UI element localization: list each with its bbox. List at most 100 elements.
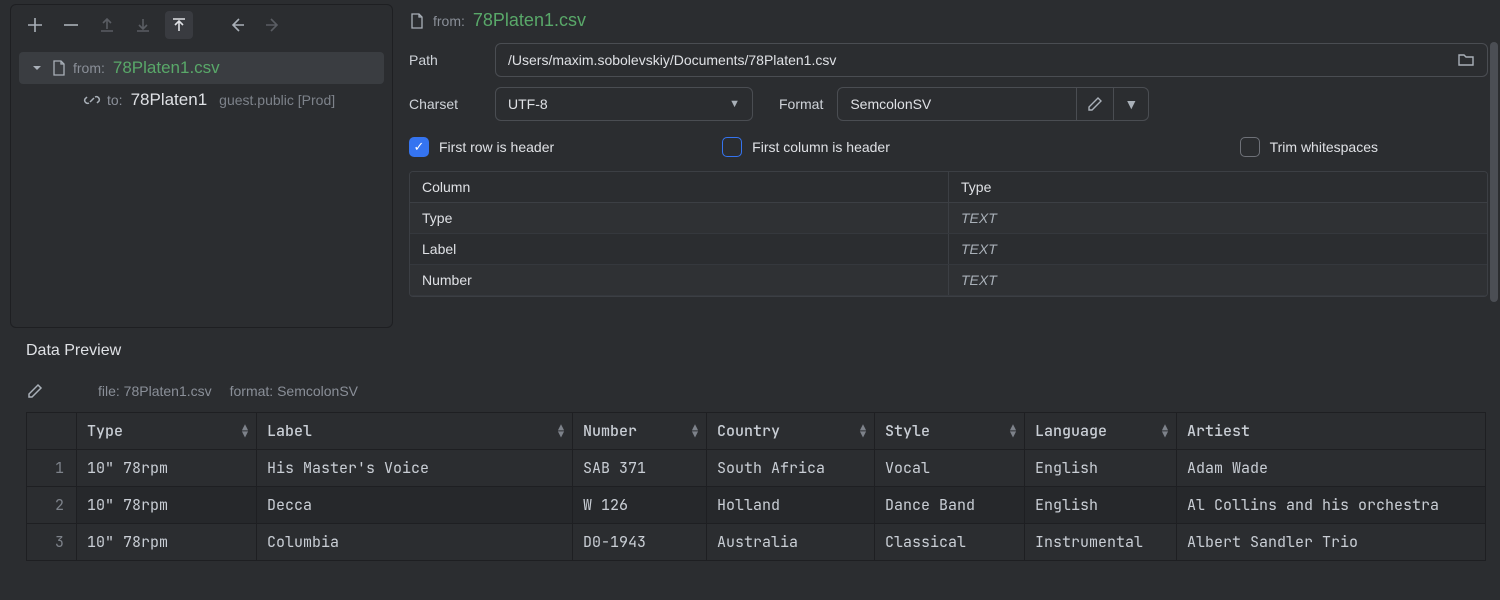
columns-row[interactable]: Number TEXT: [410, 265, 1487, 296]
tree: from: 78Platen1.csv to: 78Platen1 guest.…: [11, 46, 392, 122]
cell[interactable]: Classical: [875, 524, 1025, 561]
preview-format: format: SemcolonSV: [230, 383, 358, 399]
trim-whitespaces-checkbox[interactable]: Trim whitespaces: [1240, 137, 1378, 157]
col-header[interactable]: Artiest: [1177, 413, 1486, 450]
cell[interactable]: Holland: [707, 487, 875, 524]
forward-icon: [259, 11, 287, 39]
cell[interactable]: Australia: [707, 524, 875, 561]
cell[interactable]: W 126: [573, 487, 707, 524]
row-number-header: [27, 413, 77, 450]
tree-item-to[interactable]: to: 78Platen1 guest.public [Prod]: [19, 84, 384, 116]
cell[interactable]: Decca: [257, 487, 573, 524]
file-icon: [51, 59, 67, 77]
preview-panel: Data Preview file: 78Platen1.csv format:…: [0, 332, 1500, 561]
charset-label: Charset: [409, 96, 481, 112]
header-file-name: 78Platen1.csv: [473, 10, 586, 31]
checkbox-unchecked-icon: [722, 137, 742, 157]
table-row[interactable]: 210" 78rpmDeccaW 126HollandDance BandEng…: [27, 487, 1486, 524]
cell[interactable]: Al Collins and his orchestra: [1177, 487, 1486, 524]
cell[interactable]: 10" 78rpm: [77, 524, 257, 561]
col-header[interactable]: Label▲▼: [257, 413, 573, 450]
col-header[interactable]: Number▲▼: [573, 413, 707, 450]
charset-value: UTF-8: [508, 96, 548, 112]
columns-header-name[interactable]: Column: [410, 172, 949, 202]
col-header[interactable]: Type▲▼: [77, 413, 257, 450]
to-name: 78Platen1: [131, 90, 208, 110]
sidebar-toolbar: [11, 5, 392, 46]
first-col-header-checkbox[interactable]: First column is header: [722, 137, 890, 157]
header-from-label: from:: [433, 13, 465, 29]
file-icon: [409, 12, 425, 30]
download-icon: [129, 11, 157, 39]
cell[interactable]: English: [1025, 487, 1177, 524]
format-label: Format: [779, 96, 823, 112]
main-panel: from: 78Platen1.csv Path /Users/maxim.so…: [399, 0, 1500, 332]
folder-icon[interactable]: [1457, 52, 1475, 68]
data-preview-table: Type▲▼ Label▲▼ Number▲▼ Country▲▼ Style▲…: [26, 412, 1486, 561]
edit-format-button[interactable]: [1077, 87, 1114, 121]
charset-select[interactable]: UTF-8 ▼: [495, 87, 753, 121]
sort-icon: ▲▼: [692, 424, 698, 438]
add-icon[interactable]: [21, 11, 49, 39]
first-row-header-label: First row is header: [439, 139, 554, 155]
cell[interactable]: SAB 371: [573, 450, 707, 487]
to-suffix: guest.public [Prod]: [219, 92, 335, 108]
scrollbar[interactable]: [1490, 42, 1498, 302]
first-row-header-checkbox[interactable]: ✓ First row is header: [409, 137, 554, 157]
from-label: from:: [73, 60, 105, 76]
columns-header-type[interactable]: Type: [949, 172, 1487, 202]
cell[interactable]: Vocal: [875, 450, 1025, 487]
col-header[interactable]: Style▲▼: [875, 413, 1025, 450]
path-label: Path: [409, 52, 481, 68]
sort-icon: ▲▼: [1162, 424, 1168, 438]
columns-table: Column Type Type TEXT Label TEXT Number …: [409, 171, 1488, 297]
title-row: from: 78Platen1.csv: [405, 6, 1492, 33]
cell[interactable]: Columbia: [257, 524, 573, 561]
preview-file: file: 78Platen1.csv: [98, 383, 212, 399]
columns-row[interactable]: Label TEXT: [410, 234, 1487, 265]
row-number: 3: [27, 524, 77, 561]
sidebar: from: 78Platen1.csv to: 78Platen1 guest.…: [10, 4, 393, 328]
tree-item-from[interactable]: from: 78Platen1.csv: [19, 52, 384, 84]
cell[interactable]: Dance Band: [875, 487, 1025, 524]
to-label: to:: [107, 92, 123, 108]
chevron-down-icon: ▼: [729, 98, 740, 110]
cell[interactable]: English: [1025, 450, 1177, 487]
remove-icon[interactable]: [57, 11, 85, 39]
table-row[interactable]: 310" 78rpmColumbiaD0-1943AustraliaClassi…: [27, 524, 1486, 561]
format-dropdown-button[interactable]: ▼: [1114, 87, 1149, 121]
table-row[interactable]: 110" 78rpmHis Master's VoiceSAB 371South…: [27, 450, 1486, 487]
format-select[interactable]: SemcolonSV: [837, 87, 1077, 121]
row-number: 1: [27, 450, 77, 487]
sort-icon: ▲▼: [242, 424, 248, 438]
import-icon[interactable]: [165, 11, 193, 39]
edit-icon[interactable]: [26, 382, 44, 400]
sort-icon: ▲▼: [558, 424, 564, 438]
from-name: 78Platen1.csv: [113, 58, 220, 78]
cell[interactable]: Albert Sandler Trio: [1177, 524, 1486, 561]
cell[interactable]: 10" 78rpm: [77, 450, 257, 487]
checkbox-checked-icon: ✓: [409, 137, 429, 157]
upload-icon: [93, 11, 121, 39]
chevron-down-icon: ▼: [1124, 96, 1138, 112]
col-header[interactable]: Country▲▼: [707, 413, 875, 450]
trim-ws-label: Trim whitespaces: [1270, 139, 1378, 155]
link-icon: [83, 91, 101, 109]
cell[interactable]: 10" 78rpm: [77, 487, 257, 524]
columns-row[interactable]: Type TEXT: [410, 203, 1487, 234]
format-value: SemcolonSV: [850, 96, 931, 112]
checkbox-unchecked-icon: [1240, 137, 1260, 157]
cell[interactable]: Instrumental: [1025, 524, 1177, 561]
cell[interactable]: His Master's Voice: [257, 450, 573, 487]
preview-title: Data Preview: [26, 342, 1486, 360]
cell[interactable]: D0-1943: [573, 524, 707, 561]
chevron-down-icon: [31, 62, 45, 74]
cell[interactable]: Adam Wade: [1177, 450, 1486, 487]
path-value: /Users/maxim.sobolevskiy/Documents/78Pla…: [508, 52, 836, 68]
col-header[interactable]: Language▲▼: [1025, 413, 1177, 450]
back-icon[interactable]: [223, 11, 251, 39]
cell[interactable]: South Africa: [707, 450, 875, 487]
first-col-header-label: First column is header: [752, 139, 890, 155]
row-number: 2: [27, 487, 77, 524]
path-input[interactable]: /Users/maxim.sobolevskiy/Documents/78Pla…: [495, 43, 1488, 77]
